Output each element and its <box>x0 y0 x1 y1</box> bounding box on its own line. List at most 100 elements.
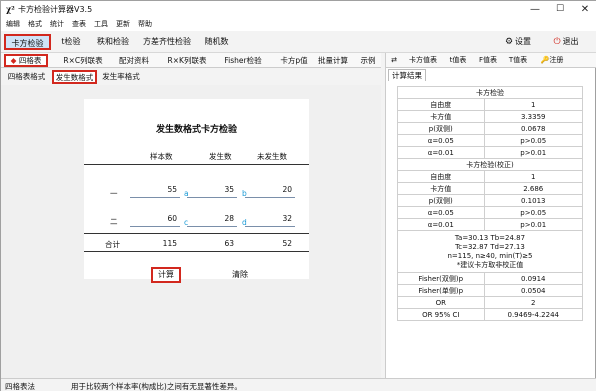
result-value: 1 <box>483 170 583 183</box>
window-title: 卡方检验计算器V3.5 <box>18 5 93 14</box>
tab-rank-sum[interactable]: 秩和检验 <box>93 34 133 50</box>
tab-random-number[interactable]: 随机数 <box>200 34 233 50</box>
header-non-events: 未发生数 <box>257 152 287 161</box>
settings-button[interactable]: ⚙ 设置 <box>499 34 537 50</box>
menu-tools[interactable]: 工具 <box>89 18 111 31</box>
swap-icon[interactable]: ⇄ <box>388 54 400 67</box>
subtab-fisher[interactable]: Fisher检验 <box>219 54 267 67</box>
menu-edit[interactable]: 编辑 <box>1 18 23 31</box>
clear-button[interactable]: 清除 <box>225 267 255 283</box>
result-value: p>0.01 <box>483 218 583 231</box>
format-tab-bar: 四格表格式 发生数格式 发生率格式 <box>1 69 381 84</box>
row-label-1: 一 <box>110 189 118 198</box>
minimize-button[interactable]: — <box>523 1 547 18</box>
result-value: 0.9469-4.2244 <box>483 308 583 321</box>
close-button[interactable]: ✕ <box>573 1 596 18</box>
tab-variance-homogeneity[interactable]: 方差齐性检验 <box>141 34 193 50</box>
input-underline <box>130 197 180 198</box>
register-button[interactable]: 🔑注册 <box>536 54 568 67</box>
result-value: 0.0504 <box>483 284 583 297</box>
result-key: OR <box>397 296 485 309</box>
result-tab[interactable]: 计算结果 <box>388 69 426 81</box>
settings-label: 设置 <box>515 37 532 46</box>
input-underline <box>130 226 180 227</box>
result-value: 0.0678 <box>483 122 583 135</box>
exit-button[interactable]: ⏻ 退出 <box>549 34 583 50</box>
total-label: 合计 <box>105 240 120 249</box>
tab-chi-square[interactable]: 卡方检验 <box>4 34 51 50</box>
section-chi-square: 卡方检验 <box>397 86 583 99</box>
result-key: 自由度 <box>397 98 485 111</box>
result-value: 1 <box>483 98 583 111</box>
input-card: 发生数格式卡方检验 样本数 发生数 未发生数 一 55 a 35 b 20 二 … <box>84 99 309 283</box>
total-events: 63 <box>224 239 234 248</box>
subtab-rxk[interactable]: R×K列联表 <box>162 54 212 67</box>
row-label-2: 二 <box>110 217 118 226</box>
input-underline <box>245 197 295 198</box>
format-tab-occurrence[interactable]: 发生数格式 <box>52 70 97 84</box>
menu-update[interactable]: 更新 <box>111 18 133 31</box>
result-value: 2 <box>483 296 583 309</box>
table-divider <box>84 164 309 165</box>
section-chi-square-corrected: 卡方检验(校正) <box>397 158 583 171</box>
input-non-2[interactable]: 32 <box>268 214 292 223</box>
subtab-paired[interactable]: 配对资料 <box>114 54 154 67</box>
maximize-button[interactable]: ☐ <box>548 1 572 18</box>
subtab-rxc[interactable]: R×C列联表 <box>59 54 107 67</box>
menu-format[interactable]: 格式 <box>23 18 45 31</box>
table-row: p(双侧) 0.0678 <box>397 122 583 135</box>
result-key: OR 95% CI <box>397 308 485 321</box>
result-value: p>0.05 <box>483 206 583 219</box>
total-n: 115 <box>162 239 177 248</box>
input-non-1[interactable]: 20 <box>268 185 292 194</box>
app-window: χ² 卡方检验计算器V3.5 — ☐ ✕ 编辑 格式 统计 查表 工具 更新 帮助 卡方检验… <box>0 0 596 391</box>
input-area: 发生数格式卡方检验 样本数 发生数 未发生数 一 55 a 35 b 20 二 … <box>1 85 381 378</box>
tab-chi-table[interactable]: 卡方值表 <box>404 54 442 67</box>
left-panel: ◆ 四格表 R×C列联表 配对资料 R×K列联表 Fisher检验 卡方p值 批… <box>1 53 381 378</box>
result-table: 卡方检验 自由度 1 卡方值 3.3359 p(双侧) 0.0678 α=0.05 p>… <box>397 86 583 321</box>
status-bar: 四格表法 用于比较两个样本率(构成比)之间有无显著性差异。 <box>1 378 596 391</box>
result-value: 0.1013 <box>483 194 583 207</box>
input-n-1[interactable]: 55 <box>153 185 177 194</box>
subtab-chi-p[interactable]: 卡方p值 <box>276 54 312 67</box>
diamond-icon: ◆ <box>10 56 17 65</box>
result-key: α=0.05 <box>397 134 485 147</box>
tab-t-test[interactable]: t检验 <box>56 34 86 50</box>
expected-values-note: Ta=30.13 Tb=24.87 Tc=32.87 Td=27.13 n=11… <box>397 230 583 273</box>
exit-label: 退出 <box>562 37 579 46</box>
menu-lookup[interactable]: 查表 <box>67 18 89 31</box>
result-value: p>0.05 <box>483 134 583 147</box>
table-row: Fisher(单侧)p 0.0504 <box>397 284 583 297</box>
note-line: Tc=32.87 Td=27.13 <box>455 242 525 251</box>
input-underline <box>187 197 237 198</box>
status-description: 用于比较两个样本率(构成比)之间有无显著性差异。 <box>71 382 242 391</box>
input-n-2[interactable]: 60 <box>153 214 177 223</box>
table-row: OR 2 <box>397 296 583 309</box>
table-row: Fisher(双侧)p 0.0914 <box>397 272 583 285</box>
register-label: 注册 <box>549 56 564 64</box>
input-events-2[interactable]: 28 <box>210 214 234 223</box>
tab-t-table[interactable]: t值表 <box>444 54 472 67</box>
right-tab-bar: ⇄ 卡方值表 t值表 F值表 T值表 🔑注册 <box>386 53 596 68</box>
calculate-button[interactable]: 计算 <box>151 267 181 283</box>
subtab-bar: ◆ 四格表 R×C列联表 配对资料 R×K列联表 Fisher检验 卡方p值 批… <box>1 53 381 68</box>
total-non: 52 <box>282 239 292 248</box>
tab-T-table[interactable]: T值表 <box>504 54 532 67</box>
menu-help[interactable]: 帮助 <box>133 18 155 31</box>
table-row: α=0.05 p>0.05 <box>397 134 583 147</box>
result-key: Fisher(单侧)p <box>397 284 485 297</box>
power-icon: ⏻ <box>553 37 561 47</box>
format-tab-fourfold[interactable]: 四格表格式 <box>4 70 49 84</box>
format-tab-rate[interactable]: 发生率格式 <box>99 70 143 84</box>
table-row: OR 95% CI 0.9469-4.2244 <box>397 308 583 321</box>
input-events-1[interactable]: 35 <box>210 185 234 194</box>
tab-f-table[interactable]: F值表 <box>474 54 502 67</box>
subtab-fourfold[interactable]: ◆ 四格表 <box>4 54 48 67</box>
subtab-example[interactable]: 示例 <box>358 54 378 67</box>
result-key: 卡方值 <box>397 182 485 195</box>
table-row: α=0.05 p>0.05 <box>397 206 583 219</box>
menu-stats[interactable]: 统计 <box>45 18 67 31</box>
subtab-batch[interactable]: 批量计算 <box>314 54 352 67</box>
menu-bar: 编辑 格式 统计 查表 工具 更新 帮助 <box>1 18 596 31</box>
card-title: 发生数格式卡方检验 <box>155 125 237 135</box>
